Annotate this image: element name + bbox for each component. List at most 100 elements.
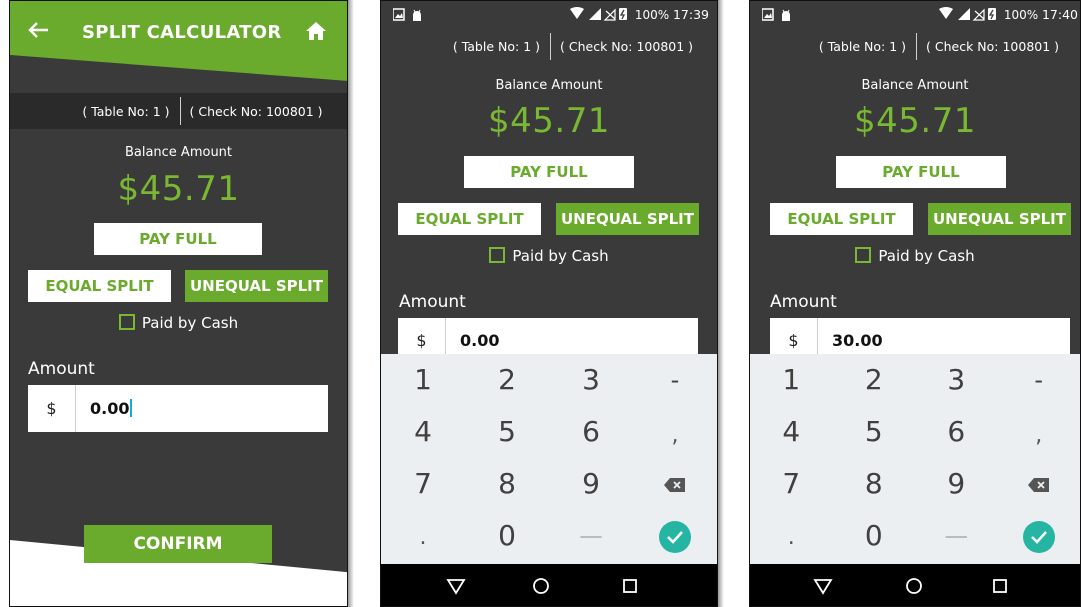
key-minus[interactable]: - xyxy=(633,354,717,406)
key-4[interactable]: 4 xyxy=(750,406,833,458)
paid-by-cash-label: Paid by Cash xyxy=(141,314,239,332)
equal-split-button[interactable]: EQUAL SPLIT xyxy=(770,203,913,235)
nav-recents-icon[interactable] xyxy=(990,576,1010,596)
nav-recents-icon[interactable] xyxy=(620,576,640,596)
status-right: 100% 17:40 xyxy=(938,7,1078,23)
key-1[interactable]: 1 xyxy=(750,354,833,406)
key-5[interactable]: 5 xyxy=(465,406,549,458)
notification-icons xyxy=(393,8,421,21)
amount-label: Amount xyxy=(399,292,466,312)
currency-symbol: $ xyxy=(398,318,446,358)
key-3[interactable]: 3 xyxy=(915,354,998,406)
amount-input[interactable]: $ 0.00 xyxy=(28,385,328,432)
equal-split-button[interactable]: EQUAL SPLIT xyxy=(28,270,171,302)
key-comma[interactable]: , xyxy=(633,410,717,462)
numeric-keypad: 1 2 3 - 4 5 6 , 7 8 9 . 0 ___ xyxy=(381,354,717,564)
key-7[interactable]: 7 xyxy=(381,458,465,510)
system-nav-bar xyxy=(750,564,1080,606)
amount-value: 0.00 xyxy=(90,399,130,418)
key-dot[interactable]: . xyxy=(750,512,833,564)
check-icon[interactable] xyxy=(633,510,717,562)
key-7[interactable]: 7 xyxy=(750,458,833,510)
key-6[interactable]: 6 xyxy=(915,406,998,458)
amount-label: Amount xyxy=(28,359,95,379)
paid-by-cash-checkbox[interactable] xyxy=(489,247,506,263)
connectivity-icons xyxy=(570,7,627,21)
back-arrow-icon[interactable] xyxy=(24,15,54,45)
key-5[interactable]: 5 xyxy=(833,406,916,458)
currency-symbol: $ xyxy=(770,318,818,358)
currency-symbol: $ xyxy=(28,385,76,432)
split-calculator-keyboard-screen: 100% 17:40 ( Table No: 1 ) ( Check No: 1… xyxy=(749,0,1081,607)
clock: 17:40 xyxy=(1041,7,1078,22)
table-number: ( Table No: 1 ) xyxy=(818,39,906,54)
check-number: ( Check No: 100801 ) xyxy=(560,39,694,54)
key-space[interactable]: ___ xyxy=(549,504,633,556)
battery-percent: 100% xyxy=(1003,8,1039,22)
backspace-icon[interactable] xyxy=(998,458,1081,510)
check-icon[interactable] xyxy=(998,510,1081,562)
key-1[interactable]: 1 xyxy=(381,354,465,406)
paid-by-cash-checkbox[interactable] xyxy=(855,247,872,263)
key-9[interactable]: 9 xyxy=(915,458,998,510)
numeric-keypad: 1 2 3 - 4 5 6 , 7 8 9 . 0 ___ xyxy=(750,354,1080,564)
paid-by-cash-checkbox[interactable] xyxy=(118,314,135,330)
balance-amount: $45.71 xyxy=(854,101,976,141)
nav-back-icon[interactable] xyxy=(813,576,833,596)
split-calculator-screen: SPLIT CALCULATOR ( Table No: 1 ) ( Check… xyxy=(9,0,348,607)
key-2[interactable]: 2 xyxy=(465,354,549,406)
home-icon[interactable] xyxy=(304,19,328,43)
key-minus[interactable]: - xyxy=(998,354,1081,406)
order-info-bar: ( Table No: 1 ) ( Check No: 100801 ) xyxy=(750,31,1080,63)
key-6[interactable]: 6 xyxy=(549,406,633,458)
balance-amount: $45.71 xyxy=(488,101,610,141)
pay-full-button[interactable]: PAY FULL xyxy=(94,223,262,255)
connectivity-icons xyxy=(939,7,996,21)
backspace-icon[interactable] xyxy=(633,458,717,510)
key-2[interactable]: 2 xyxy=(833,354,916,406)
clock: 17:39 xyxy=(672,7,709,22)
text-cursor xyxy=(130,399,132,417)
paid-by-cash-option[interactable]: Paid by Cash xyxy=(750,247,1080,265)
unequal-split-button[interactable]: UNEQUAL SPLIT xyxy=(928,203,1071,235)
key-3[interactable]: 3 xyxy=(549,354,633,406)
equal-split-button[interactable]: EQUAL SPLIT xyxy=(398,203,541,235)
key-comma[interactable]: , xyxy=(998,410,1081,462)
paid-by-cash-option[interactable]: Paid by Cash xyxy=(10,314,347,332)
key-4[interactable]: 4 xyxy=(381,406,465,458)
key-9[interactable]: 9 xyxy=(549,458,633,510)
amount-input[interactable]: $ 30.00 xyxy=(770,318,1070,358)
status-bar: 100% 17:39 xyxy=(381,1,717,29)
key-space[interactable]: ___ xyxy=(915,504,998,556)
check-number: ( Check No: 100801 ) xyxy=(926,39,1060,54)
unequal-split-button[interactable]: UNEQUAL SPLIT xyxy=(185,270,328,302)
key-8[interactable]: 8 xyxy=(465,458,549,510)
pay-full-button[interactable]: PAY FULL xyxy=(464,156,634,188)
nav-back-icon[interactable] xyxy=(446,576,466,596)
pay-full-button[interactable]: PAY FULL xyxy=(836,156,1006,188)
page-title: SPLIT CALCULATOR xyxy=(82,22,282,43)
nav-home-icon[interactable] xyxy=(531,576,551,596)
key-0[interactable]: 0 xyxy=(465,510,549,562)
paid-by-cash-label: Paid by Cash xyxy=(512,247,609,265)
nav-home-icon[interactable] xyxy=(904,576,924,596)
order-info-bar: ( Table No: 1 ) ( Check No: 100801 ) xyxy=(10,93,347,129)
page-shadow xyxy=(718,0,724,607)
paid-by-cash-option[interactable]: Paid by Cash xyxy=(381,247,717,265)
table-number: ( Table No: 1 ) xyxy=(452,39,540,54)
confirm-button[interactable]: CONFIRM xyxy=(84,525,272,563)
key-0[interactable]: 0 xyxy=(833,510,916,562)
amount-value: 0.00 xyxy=(460,331,500,350)
amount-input[interactable]: $ 0.00 xyxy=(398,318,698,358)
page-shadow xyxy=(348,0,354,607)
amount-label: Amount xyxy=(770,292,837,312)
check-number: ( Check No: 100801 ) xyxy=(189,104,323,119)
table-number: ( Table No: 1 ) xyxy=(82,104,170,119)
unequal-split-button[interactable]: UNEQUAL SPLIT xyxy=(556,203,699,235)
balance-label: Balance Amount xyxy=(124,145,233,160)
balance-label: Balance Amount xyxy=(861,78,969,93)
system-nav-bar xyxy=(381,564,717,606)
key-dot[interactable]: . xyxy=(381,512,465,564)
order-info-bar: ( Table No: 1 ) ( Check No: 100801 ) xyxy=(381,31,717,63)
key-8[interactable]: 8 xyxy=(833,458,916,510)
